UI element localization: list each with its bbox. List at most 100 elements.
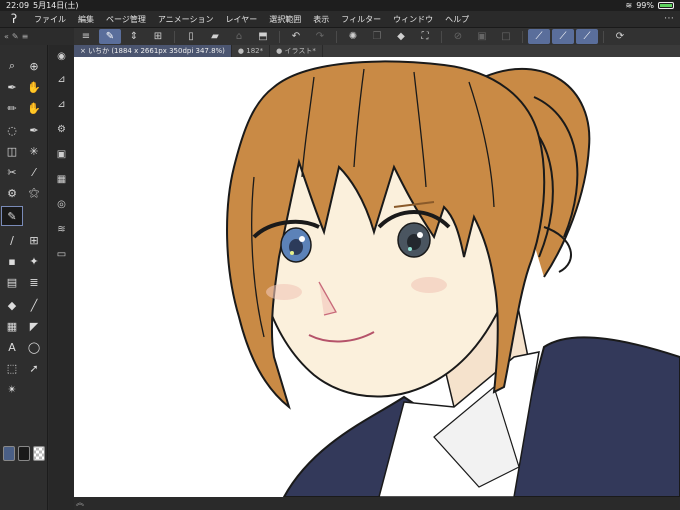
save-icon[interactable]: ⌂ (228, 29, 250, 44)
sparkle-icon[interactable]: ✳ (24, 142, 44, 160)
edit-mode-icon[interactable]: ✎ (99, 29, 121, 44)
separator (174, 30, 175, 43)
auto-select-icon[interactable]: ✴ (2, 380, 22, 398)
ink-pen-icon[interactable]: ✒ (24, 121, 44, 139)
menu-window[interactable]: ウィンドウ (387, 14, 439, 25)
separator (336, 30, 337, 43)
separator (603, 30, 604, 43)
sub-color-swatch[interactable] (18, 446, 30, 461)
bottom-bar: ︽ (74, 497, 680, 510)
command-bar: ≡ ✎ ⇕ ⊞ ▯ ▰ ⌂ ⬒ ↶ ↷ ✺ ❐ ◆ ⛶ ⊘ ▣ □ ⟋ ⟋ ⟋ … (74, 28, 680, 45)
menu-file[interactable]: ファイル (28, 14, 72, 25)
pen-icon[interactable]: ✒ (2, 78, 22, 96)
grid-snap-icon[interactable]: ⟋ (576, 29, 598, 44)
blend-icon[interactable]: ⚙ (2, 184, 22, 202)
new-file-icon[interactable]: ▯ (180, 29, 202, 44)
balloon-icon[interactable]: ◯ (24, 338, 44, 356)
color-history-icon[interactable]: ◎ (51, 195, 72, 213)
fill-tool-icon[interactable]: ◆ (2, 296, 22, 314)
invert-selection-icon[interactable]: ▣ (471, 29, 493, 44)
chevron-up-icon[interactable]: ︽ (76, 497, 84, 508)
hatching-icon[interactable]: ≣ (24, 273, 44, 291)
select-rect-icon[interactable]: ⬚ (2, 359, 22, 377)
menu-help[interactable]: ヘルプ (439, 14, 475, 25)
pen-small-icon: ✎ (11, 32, 19, 41)
separator (279, 30, 280, 43)
quick-access-icon[interactable]: ⟳ (609, 29, 631, 44)
grid-icon[interactable]: ⊞ (24, 231, 44, 249)
lasso-icon[interactable]: ◌ (2, 121, 22, 139)
separator (441, 30, 442, 43)
eyedropper-icon[interactable]: ⁄ (24, 163, 44, 181)
menu-animation[interactable]: アニメーション (152, 14, 220, 25)
wifi-icon: ≋ (625, 1, 633, 10)
timeline-icon[interactable]: ▭ (51, 245, 72, 263)
menu-view[interactable]: 表示 (307, 14, 335, 25)
anime-girl-illustration (226, 60, 680, 497)
transparent-color-swatch[interactable] (33, 446, 45, 461)
vector-pen-icon[interactable]: ✎ (1, 206, 23, 226)
navigator-icon[interactable]: ◉ (51, 47, 72, 65)
eraser-icon[interactable]: ◫ (2, 142, 22, 160)
export-icon[interactable]: ⬒ (252, 29, 274, 44)
figure-icon[interactable]: ▪ (2, 252, 22, 270)
text-icon[interactable]: A (2, 338, 22, 356)
move-view-icon[interactable]: ⊕ (24, 57, 44, 75)
transform-icon[interactable]: ⛶ (414, 29, 436, 44)
color-set-icon[interactable]: ▣ (51, 145, 72, 163)
special-ruler-snap-icon[interactable]: ⟋ (552, 29, 574, 44)
balloon-tail-icon[interactable]: ◤ (24, 317, 44, 335)
command-sub-palette: ◉ ⊿ ⊿ ⚙ ▣ ▦ ◎ ≋ ▭ (49, 45, 74, 510)
blush-right (411, 277, 447, 293)
separator (522, 30, 523, 43)
battery-label: 99% (636, 1, 654, 10)
copy-layer-icon[interactable]: ❐ (366, 29, 388, 44)
redo-icon[interactable]: ↷ (309, 29, 331, 44)
up-down-icon[interactable]: ⇕ (123, 29, 145, 44)
status-date: 5月14日(土) (33, 1, 79, 10)
hand-icon[interactable]: ✋ (24, 78, 44, 96)
loading-icon[interactable]: ✺ (342, 29, 364, 44)
line-icon[interactable]: ╱ (24, 296, 44, 314)
material-icon[interactable]: ▦ (51, 170, 72, 188)
frame-icon[interactable]: ▦ (2, 317, 22, 335)
status-right: ≋ 99% (626, 0, 674, 11)
clear-selection-icon[interactable]: □ (495, 29, 517, 44)
modifier-key-icon[interactable]: ⊞ (147, 29, 169, 44)
undo-icon[interactable]: ↶ (285, 29, 307, 44)
fill-icon[interactable]: ◆ (390, 29, 412, 44)
tab-ichika[interactable]: × いちか (1884 x 2661px 350dpi 347.8%) (74, 45, 232, 57)
object-select-icon[interactable]: ➚ (24, 359, 44, 377)
app-logo-icon[interactable]: ʔ (0, 12, 28, 26)
layer-property-icon[interactable]: ⊿ (51, 70, 72, 88)
brush-icon[interactable]: ∕ (2, 231, 22, 249)
battery-icon (658, 2, 674, 9)
double-chevron-icon[interactable]: « (4, 32, 9, 41)
tab-illust[interactable]: ● イラスト* (270, 45, 323, 57)
airbrush-icon[interactable]: ⚝ (24, 184, 44, 202)
zoom-icon[interactable]: ⌕ (2, 57, 22, 75)
tool-property-icon[interactable]: ⊿ (51, 95, 72, 113)
ruler-snap-icon[interactable]: ⟋ (528, 29, 550, 44)
palette-menu-icon[interactable]: ≡ (22, 32, 29, 41)
menu-layer[interactable]: レイヤー (220, 14, 264, 25)
sparkle-brush-icon[interactable]: ✦ (24, 252, 44, 270)
drawing-canvas[interactable] (74, 57, 680, 497)
subtool-detail-icon[interactable]: ⚙ (51, 120, 72, 138)
pencil-icon[interactable]: ✏ (2, 99, 22, 117)
menu-selection[interactable]: 選択範囲 (263, 14, 307, 25)
menu-filter[interactable]: フィルター (335, 14, 387, 25)
tool-palette: ⌕ ⊕ ✒ ✋ ✏ ✋ ◌ ✒ ◫ ✳ ✂ ⁄ ⚙ ⚝ ✎ ∕ ⊞ ▪ ✦ ▤ … (0, 45, 48, 510)
deselect-icon[interactable]: ⊘ (447, 29, 469, 44)
layers-icon[interactable]: ≋ (51, 220, 72, 238)
tab-182[interactable]: ● 182* (232, 45, 271, 57)
menu-edit[interactable]: 編集 (72, 14, 100, 25)
open-folder-icon[interactable]: ▰ (204, 29, 226, 44)
hand-alt-icon[interactable]: ✋ (24, 99, 44, 117)
decoration-icon[interactable]: ✂ (2, 163, 22, 181)
main-color-swatch[interactable] (3, 446, 15, 461)
hamburger-icon[interactable]: ≡ (75, 29, 97, 44)
more-icon[interactable]: ⋯ (664, 13, 674, 24)
gradation-icon[interactable]: ▤ (2, 273, 22, 291)
menu-page[interactable]: ページ管理 (100, 14, 152, 25)
